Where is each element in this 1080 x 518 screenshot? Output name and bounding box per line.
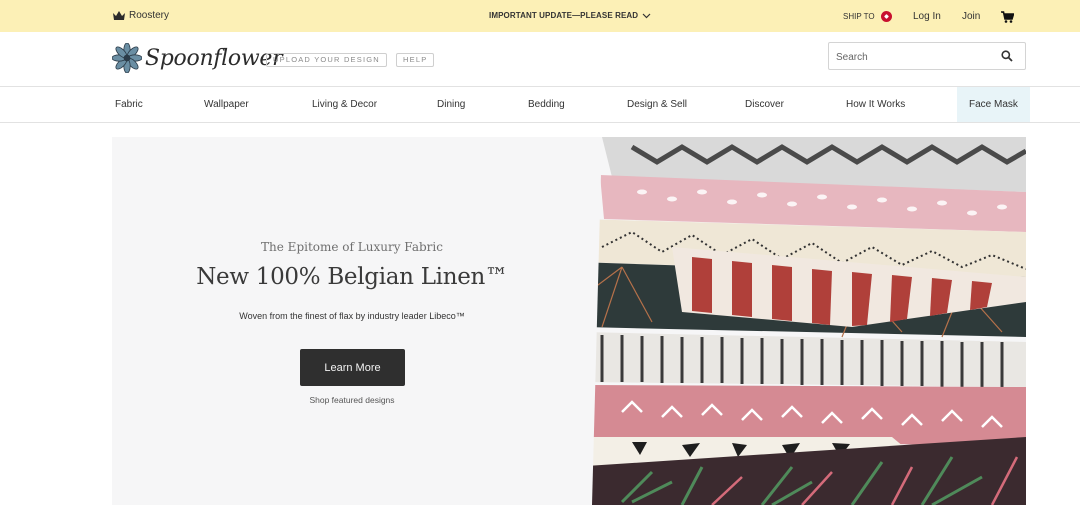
flower-icon [112,43,142,73]
nav-item-discover[interactable]: Discover [745,87,784,122]
ship-to-label: SHIP TO [843,12,875,21]
learn-more-button[interactable]: Learn More [300,349,405,386]
main-nav: Fabric Wallpaper Living & Decor Dining B… [0,87,1080,123]
canada-flag-icon [880,11,892,22]
hero-headline: New 100% Belgian Linen™ [196,264,508,290]
nav-item-living-decor[interactable]: Living & Decor [312,87,377,122]
nav-item-design-sell[interactable]: Design & Sell [627,87,687,122]
nav-item-wallpaper[interactable]: Wallpaper [204,87,249,122]
shop-featured-designs-link[interactable]: Shop featured designs [112,395,592,405]
hero-copy: The Epitome of Luxury Fabric New 100% Be… [112,137,592,505]
search-input[interactable] [836,49,996,65]
upload-design-button[interactable]: UPLOAD YOUR DESIGN [266,53,387,67]
important-update-dropdown[interactable]: IMPORTANT UPDATE—PLEASE READ [489,11,651,20]
ship-to-selector[interactable]: SHIP TO [843,11,892,22]
nav-item-how-it-works[interactable]: How It Works [846,87,905,122]
logo-wordmark: Spoonflower [145,45,283,71]
nav-item-bedding[interactable]: Bedding [528,87,565,122]
hero-eyebrow: The Epitome of Luxury Fabric [261,240,443,254]
roostery-label: Roostery [129,10,170,21]
announcement-bar: Roostery IMPORTANT UPDATE—PLEASE READ SH… [0,0,1080,32]
hero-banner: The Epitome of Luxury Fabric New 100% Be… [112,137,1026,505]
hero-subheading: Woven from the finest of flax by industr… [239,311,465,321]
chevron-down-icon [642,13,651,18]
site-header: Spoonflower UPLOAD YOUR DESIGN HELP [0,32,1080,87]
nav-item-fabric[interactable]: Fabric [115,87,143,122]
fabric-stack-image [592,137,1026,505]
help-button[interactable]: HELP [396,53,435,67]
cart-icon[interactable] [1001,11,1014,23]
important-update-label: IMPORTANT UPDATE—PLEASE READ [489,11,639,20]
join-link[interactable]: Join [962,11,980,22]
search-icon[interactable] [1001,50,1013,62]
login-link[interactable]: Log In [913,11,941,22]
nav-item-dining[interactable]: Dining [437,87,465,122]
spoonflower-logo[interactable]: Spoonflower [112,43,283,73]
roostery-link[interactable]: Roostery [113,10,169,21]
search-box [828,42,1026,70]
crown-icon [113,10,125,20]
nav-item-face-mask[interactable]: Face Mask [957,87,1030,122]
